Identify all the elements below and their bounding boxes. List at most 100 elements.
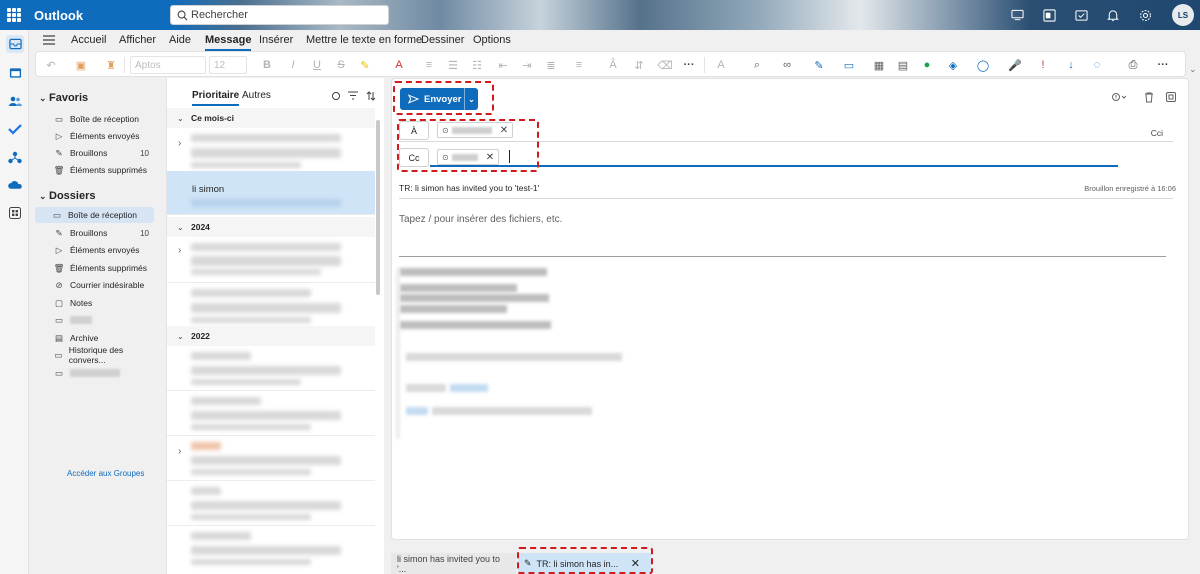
bcc-button[interactable]: Cci bbox=[1151, 128, 1163, 138]
favorite-sent[interactable]: ▷ Éléments envoyés bbox=[37, 128, 153, 144]
attach-icon[interactable]: ⌕ bbox=[750, 58, 764, 72]
folder-custom-2[interactable]: ▭ bbox=[37, 365, 153, 381]
folder-sent[interactable]: ▷ Éléments envoyés bbox=[37, 242, 153, 258]
link-icon[interactable]: ∞ bbox=[780, 58, 794, 72]
align-left-icon[interactable]: ≡ bbox=[422, 58, 436, 72]
folder-junk[interactable]: ⊘ Courrier indésirable bbox=[37, 277, 153, 293]
discard-trash-icon[interactable] bbox=[1144, 92, 1154, 103]
bullets-icon[interactable]: ☰ bbox=[446, 58, 460, 72]
favorite-inbox[interactable]: ▭ Boîte de réception bbox=[37, 111, 153, 127]
list-item[interactable] bbox=[167, 283, 375, 331]
folder-deleted[interactable]: 🗑 Éléments supprimés bbox=[37, 260, 153, 276]
paste-icon[interactable]: ▣ bbox=[74, 58, 88, 72]
groups-link[interactable]: Accéder aux Groupes bbox=[67, 469, 144, 478]
my-day-icon[interactable] bbox=[1070, 4, 1092, 26]
hamburger-menu-icon[interactable] bbox=[43, 35, 55, 45]
remove-recipient-icon[interactable]: ✕ bbox=[486, 152, 494, 163]
bottom-tab-draft[interactable]: ✎ TR: li simon has in... ✕ bbox=[518, 553, 651, 574]
people-icon[interactable] bbox=[6, 92, 24, 110]
increase-indent-icon[interactable]: ⇥ bbox=[520, 58, 534, 72]
list-item-selected[interactable]: li simon bbox=[167, 171, 375, 215]
cc-button[interactable]: Cc bbox=[399, 148, 429, 167]
tab-inserer[interactable]: Insérer bbox=[259, 34, 293, 46]
onedrive-cloud-icon[interactable] bbox=[6, 176, 24, 194]
line-spacing-icon[interactable]: ≡ bbox=[572, 58, 586, 72]
underline-icon[interactable]: U bbox=[310, 58, 324, 72]
filter-icon[interactable] bbox=[348, 91, 358, 100]
dictate-icon[interactable]: 🎤 bbox=[1008, 58, 1022, 72]
print-icon[interactable]: ⎙ bbox=[1126, 58, 1140, 72]
decrease-indent-icon[interactable]: ⇤ bbox=[496, 58, 510, 72]
list-item[interactable]: › bbox=[167, 237, 375, 283]
more-format-icon[interactable]: ··· bbox=[682, 58, 696, 72]
signature-icon[interactable]: ✎ bbox=[812, 58, 826, 72]
avatar[interactable]: LS bbox=[1172, 4, 1194, 26]
tab-options[interactable]: Options bbox=[473, 34, 511, 46]
calendar-icon[interactable] bbox=[6, 64, 24, 82]
italic-icon[interactable]: I bbox=[286, 58, 300, 72]
send-options-chevron-icon[interactable]: ⌄ bbox=[464, 88, 478, 110]
list-item[interactable]: › bbox=[167, 128, 375, 177]
folder-archive[interactable]: ▤ Archive bbox=[37, 330, 153, 346]
apps-icon[interactable]: ◈ bbox=[946, 58, 960, 72]
bottom-tab-message[interactable]: li simon has invited you to '... bbox=[391, 553, 516, 574]
sensitivity-icon[interactable]: ◌ bbox=[1090, 58, 1104, 72]
office-word-icon[interactable] bbox=[1038, 4, 1060, 26]
body-placeholder[interactable]: Tapez / pour insérer des fichiers, etc. bbox=[399, 214, 562, 225]
comment-icon[interactable]: ◯ bbox=[976, 58, 990, 72]
strikethrough-icon[interactable]: S bbox=[334, 58, 348, 72]
more-apps-icon[interactable] bbox=[6, 204, 24, 222]
chart-icon[interactable]: ▤ bbox=[896, 58, 910, 72]
search-input[interactable]: Rechercher bbox=[170, 5, 389, 25]
folders-header[interactable]: ⌄ Dossiers bbox=[39, 190, 95, 202]
tab-prioritaire[interactable]: Prioritaire bbox=[192, 90, 240, 106]
folder-conversation-history[interactable]: ▭ Historique des convers... bbox=[37, 345, 153, 365]
message-list-scrollbar[interactable] bbox=[376, 120, 380, 295]
ribbon-overflow-icon[interactable]: ··· bbox=[1156, 58, 1170, 72]
tab-dessiner[interactable]: Dessiner bbox=[421, 34, 464, 46]
clear-format-icon[interactable]: ⌫ bbox=[657, 58, 673, 72]
folder-drafts[interactable]: ✎ Brouillons 10 bbox=[37, 225, 153, 241]
mail-icon[interactable] bbox=[6, 35, 24, 53]
recipient-chip[interactable]: ⊙ ✕ bbox=[437, 122, 514, 138]
cc-recipient-chip[interactable]: ⊙ ✕ bbox=[437, 149, 500, 165]
settings-gear-icon[interactable] bbox=[1134, 4, 1156, 26]
group-2022[interactable]: ⌄ 2022 bbox=[167, 326, 375, 346]
favorite-drafts[interactable]: ✎ Brouillons 10 bbox=[37, 145, 153, 161]
font-name-select[interactable]: Aptos bbox=[130, 56, 206, 74]
format-painter-icon[interactable]: ♜ bbox=[104, 58, 118, 72]
to-button[interactable]: À bbox=[399, 121, 429, 140]
favorite-deleted[interactable]: 🗑 Éléments supprimés bbox=[37, 162, 153, 178]
loop-icon[interactable]: ● bbox=[920, 58, 934, 72]
tab-afficher[interactable]: Afficher bbox=[119, 34, 156, 46]
folder-custom[interactable]: ▭ bbox=[37, 312, 153, 328]
priority-high-icon[interactable]: ! bbox=[1036, 58, 1050, 72]
org-explorer-icon[interactable] bbox=[6, 148, 24, 166]
list-item[interactable] bbox=[167, 526, 375, 574]
close-icon[interactable]: ✕ bbox=[631, 557, 640, 570]
app-title[interactable]: Outlook bbox=[34, 8, 83, 23]
tab-accueil[interactable]: Accueil bbox=[71, 34, 106, 46]
list-item[interactable] bbox=[167, 481, 375, 526]
highlight-icon[interactable]: ✎ bbox=[358, 58, 372, 72]
folder-inbox[interactable]: ▭ Boîte de réception bbox=[35, 207, 154, 223]
subject-field[interactable]: TR: li simon has invited you to 'test-1' bbox=[399, 183, 539, 193]
ribbon-collapse-icon[interactable]: ⌄ bbox=[1189, 64, 1197, 75]
table-icon[interactable]: ▦ bbox=[872, 58, 886, 72]
remove-recipient-icon[interactable]: ✕ bbox=[500, 125, 508, 136]
font-color-icon[interactable]: A bbox=[392, 58, 406, 72]
sensitivity-info-icon[interactable] bbox=[1112, 92, 1126, 102]
list-item[interactable]: › bbox=[167, 436, 375, 481]
undo-icon[interactable]: ↶ bbox=[44, 58, 58, 72]
list-item[interactable] bbox=[167, 391, 375, 436]
favorites-header[interactable]: ⌄ Favoris bbox=[39, 92, 88, 104]
text-size-down-icon[interactable]: ⇵ bbox=[632, 58, 646, 72]
tab-aide[interactable]: Aide bbox=[169, 34, 191, 46]
folder-notes[interactable]: ▢ Notes bbox=[37, 295, 153, 311]
group-this-month[interactable]: ⌄ Ce mois-ci bbox=[167, 108, 375, 128]
font-size-select[interactable]: 12 bbox=[209, 56, 247, 74]
send-button[interactable]: Envoyer ⌄ bbox=[400, 88, 478, 110]
priority-low-icon[interactable]: ↓ bbox=[1064, 58, 1078, 72]
numbering-icon[interactable]: ☷ bbox=[470, 58, 484, 72]
todo-check-icon[interactable] bbox=[6, 120, 24, 138]
